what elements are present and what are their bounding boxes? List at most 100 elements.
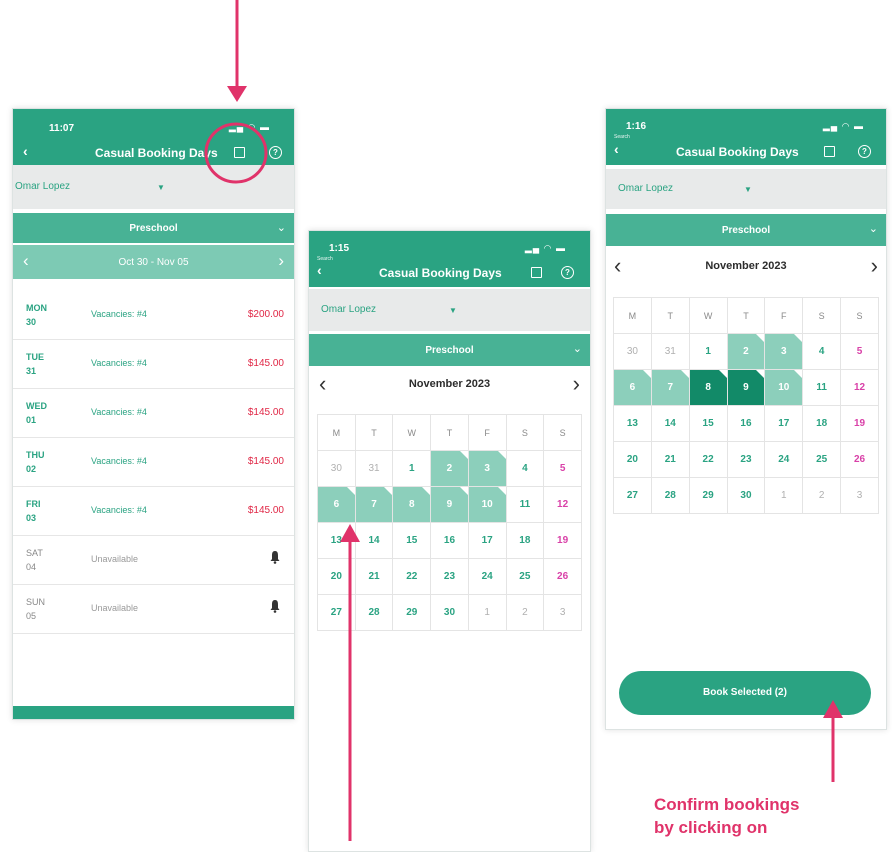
calendar-day[interactable]: 21: [650, 441, 690, 478]
calendar-day[interactable]: 22: [688, 441, 728, 478]
calendar-day[interactable]: 30: [613, 333, 652, 370]
book-selected-button[interactable]: Book Selected (2): [619, 671, 871, 715]
calendar-day[interactable]: 15: [392, 522, 432, 559]
calendar-day[interactable]: 11: [802, 369, 842, 406]
calendar-day[interactable]: 2: [726, 333, 766, 370]
calendar-day[interactable]: 3: [840, 477, 879, 514]
calendar-day[interactable]: 4: [802, 333, 842, 370]
calendar-day[interactable]: 9: [726, 369, 766, 406]
calendar-day[interactable]: 7: [650, 369, 690, 406]
calendar-day[interactable]: 30: [317, 450, 356, 487]
calendar-icon[interactable]: [234, 147, 245, 158]
child-selector[interactable]: Omar Lopez ▼: [13, 165, 294, 209]
day-row[interactable]: SAT 04 Unavailable: [13, 538, 294, 585]
day-row[interactable]: WED 01 Vacancies: #4 $145.00: [13, 391, 294, 438]
day-row[interactable]: SUN 05 Unavailable: [13, 587, 294, 634]
calendar-day[interactable]: 23: [726, 441, 766, 478]
calendar-day[interactable]: 17: [467, 522, 507, 559]
calendar-day[interactable]: 4: [505, 450, 545, 487]
room-selector[interactable]: Preschool ⌄: [606, 214, 886, 246]
calendar-day[interactable]: 21: [354, 558, 394, 595]
calendar-day[interactable]: 6: [317, 486, 356, 523]
calendar-day[interactable]: 22: [392, 558, 432, 595]
calendar-day[interactable]: 5: [543, 450, 582, 487]
calendar-day[interactable]: 1: [764, 477, 804, 514]
help-icon[interactable]: ?: [858, 145, 871, 158]
calendar-day[interactable]: 3: [467, 450, 507, 487]
calendar-day[interactable]: 1: [688, 333, 728, 370]
back-button[interactable]: ‹: [317, 262, 322, 278]
calendar-day[interactable]: 2: [430, 450, 469, 487]
calendar-day[interactable]: 3: [764, 333, 804, 370]
calendar-day[interactable]: 1: [467, 594, 507, 631]
room-selector[interactable]: Preschool ⌄: [309, 334, 590, 366]
day-of-week: SUN: [26, 597, 46, 607]
calendar-day[interactable]: 18: [802, 405, 842, 442]
help-icon[interactable]: ?: [561, 266, 574, 279]
calendar-day[interactable]: 23: [430, 558, 469, 595]
calendar-day[interactable]: 29: [688, 477, 728, 514]
calendar-day[interactable]: 7: [354, 486, 394, 523]
calendar-day[interactable]: 27: [613, 477, 652, 514]
calendar-day[interactable]: 28: [354, 594, 394, 631]
calendar-day[interactable]: 13: [317, 522, 356, 559]
calendar-day[interactable]: 12: [543, 486, 582, 523]
day-row[interactable]: FRI 03 Vacancies: #4 $145.00: [13, 489, 294, 536]
calendar-day[interactable]: 3: [543, 594, 582, 631]
help-icon[interactable]: ?: [269, 146, 282, 159]
calendar-day[interactable]: 20: [317, 558, 356, 595]
calendar-day[interactable]: 26: [543, 558, 582, 595]
calendar-day[interactable]: 8: [688, 369, 728, 406]
calendar-day[interactable]: 30: [726, 477, 766, 514]
next-week-button[interactable]: ›: [278, 251, 284, 271]
calendar-day[interactable]: 24: [467, 558, 507, 595]
calendar-day[interactable]: 14: [650, 405, 690, 442]
calendar-day[interactable]: 18: [505, 522, 545, 559]
calendar-day[interactable]: 24: [764, 441, 804, 478]
calendar-day[interactable]: 16: [430, 522, 469, 559]
calendar-day[interactable]: 25: [802, 441, 842, 478]
next-month-button[interactable]: ›: [871, 253, 878, 279]
calendar-day[interactable]: 1: [392, 450, 432, 487]
next-month-button[interactable]: ›: [573, 371, 580, 397]
calendar-day[interactable]: 6: [613, 369, 652, 406]
calendar-day[interactable]: 9: [430, 486, 469, 523]
calendar-day[interactable]: 29: [392, 594, 432, 631]
calendar-day[interactable]: 17: [764, 405, 804, 442]
day-row[interactable]: TUE 31 Vacancies: #4 $145.00: [13, 342, 294, 389]
bell-icon[interactable]: [270, 599, 280, 613]
calendar-day[interactable]: 8: [392, 486, 432, 523]
bell-icon[interactable]: [270, 550, 280, 564]
calendar-day[interactable]: 28: [650, 477, 690, 514]
calendar-day[interactable]: 5: [840, 333, 879, 370]
calendar-day[interactable]: 10: [764, 369, 804, 406]
back-button[interactable]: ‹: [23, 143, 28, 159]
room-selector[interactable]: Preschool ⌄: [13, 213, 294, 243]
child-selector[interactable]: Omar Lopez ▼: [606, 169, 886, 209]
calendar-day[interactable]: 31: [650, 333, 690, 370]
calendar-day[interactable]: 16: [726, 405, 766, 442]
calendar-day[interactable]: 19: [840, 405, 879, 442]
calendar-day[interactable]: 10: [467, 486, 507, 523]
back-button[interactable]: ‹: [614, 141, 619, 157]
calendar-day[interactable]: 20: [613, 441, 652, 478]
calendar-day[interactable]: 2: [802, 477, 842, 514]
calendar-day[interactable]: 25: [505, 558, 545, 595]
calendar-day[interactable]: 27: [317, 594, 356, 631]
day-row[interactable]: THU 02 Vacancies: #4 $145.00: [13, 440, 294, 487]
calendar-day[interactable]: 12: [840, 369, 879, 406]
calendar-day[interactable]: 31: [354, 450, 394, 487]
calendar-day[interactable]: 26: [840, 441, 879, 478]
calendar-day[interactable]: 14: [354, 522, 394, 559]
calendar-day[interactable]: 15: [688, 405, 728, 442]
day-row[interactable]: MON 30 Vacancies: #4 $200.00: [13, 293, 294, 340]
calendar-day[interactable]: 30: [430, 594, 469, 631]
calendar-day[interactable]: 11: [505, 486, 545, 523]
calendar-day[interactable]: 13: [613, 405, 652, 442]
calendar-icon[interactable]: [531, 267, 542, 278]
day-of-week: FRI: [26, 499, 41, 509]
child-selector[interactable]: Omar Lopez ▼: [309, 289, 590, 331]
calendar-icon[interactable]: [824, 146, 835, 157]
calendar-day[interactable]: 2: [505, 594, 545, 631]
calendar-day[interactable]: 19: [543, 522, 582, 559]
